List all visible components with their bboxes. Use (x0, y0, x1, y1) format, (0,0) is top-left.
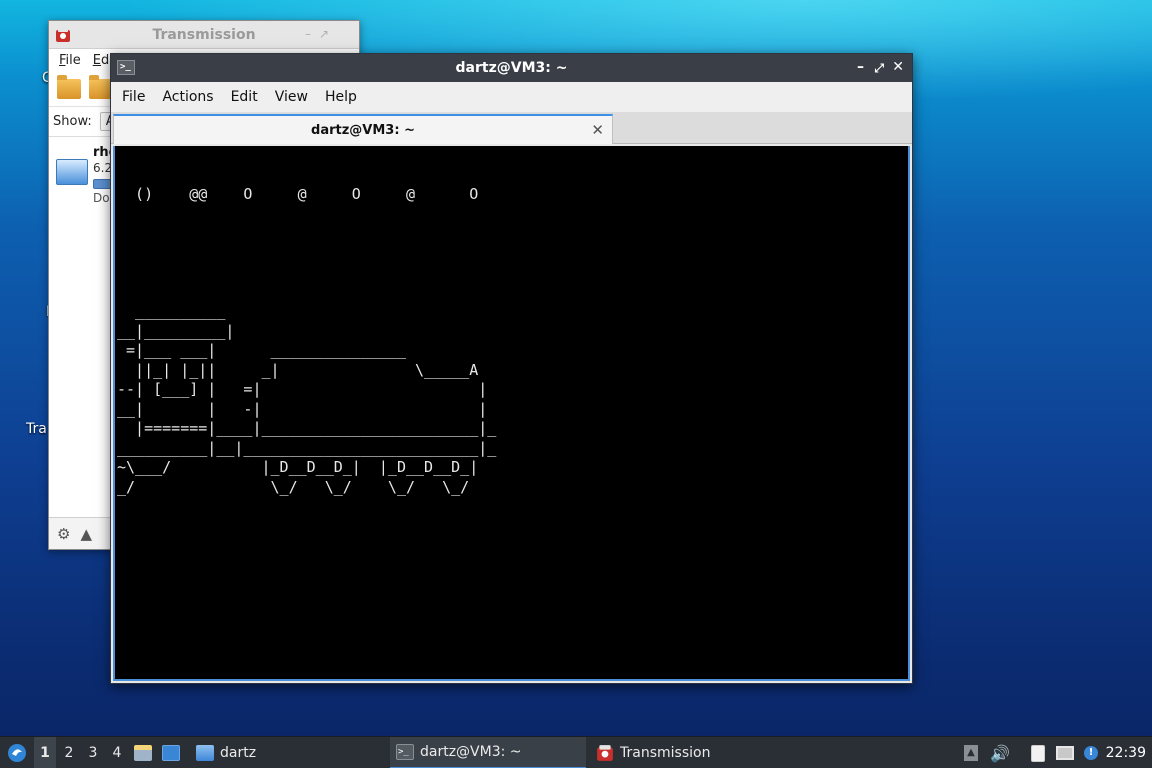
network-icon[interactable] (1054, 737, 1076, 768)
terminal-line: =|___ ___| _______________ (117, 341, 406, 359)
workspace-1[interactable]: 1 (34, 737, 56, 768)
terminal-icon: >_ (396, 744, 414, 760)
volume-icon[interactable]: 🔊 (990, 737, 1010, 768)
workspace-3[interactable]: 3 (82, 737, 104, 768)
terminal-titlebar[interactable]: >_ dartz@VM3: ~ – ⤢ ✕ (111, 54, 912, 82)
terminal-app-icon: >_ (117, 60, 135, 75)
terminal-screen[interactable]: () @@ O @ O @ O __________ __|_________| … (113, 146, 910, 681)
menu-edit[interactable]: Edit (231, 89, 269, 105)
filter-label: Show: (53, 114, 92, 129)
workspace-4[interactable]: 4 (106, 737, 128, 768)
terminal-tab[interactable]: dartz@VM3: ~ ✕ (113, 114, 613, 144)
tab-close-icon[interactable]: ✕ (591, 121, 604, 139)
terminal-title: dartz@VM3: ~ (455, 60, 568, 76)
terminal-menubar: File Actions Edit View Help (111, 82, 912, 112)
folder-icon (56, 159, 88, 185)
folder-icon (196, 745, 214, 761)
terminal-tabbar: dartz@VM3: ~ ✕ (111, 112, 912, 144)
lxqt-logo-icon (8, 744, 26, 762)
desktop-icon-label-3[interactable]: Tra (26, 421, 47, 437)
taskbar-item-folder[interactable]: dartz (190, 737, 380, 768)
transmission-title: Transmission (152, 26, 256, 43)
terminal-line: __| | -| | (117, 399, 488, 418)
terminal-line: __________ (117, 302, 226, 320)
workspace-2[interactable]: 2 (58, 737, 80, 768)
taskbar: 1 2 3 4 dartz >_ dartz@VM3: ~ Transmissi… (0, 736, 1152, 768)
terminal-line: --| [___] | =| | (117, 380, 488, 398)
taskbar-item-transmission[interactable]: Transmission (590, 737, 790, 768)
tray-expand-icon[interactable]: ▲ (962, 737, 980, 768)
terminal-line: __________|__|__________________________… (117, 438, 497, 457)
minimize-icon[interactable]: – (857, 59, 864, 75)
turtle-icon[interactable]: ▲ (80, 525, 92, 543)
update-notifier-icon[interactable]: ! (1080, 737, 1102, 768)
transmission-menu-file[interactable]: File (59, 53, 81, 68)
menu-file[interactable]: File (122, 89, 156, 105)
transmission-icon (597, 745, 613, 761)
gear-icon[interactable]: ⚙ (57, 525, 70, 543)
terminal-line: __|_________| (117, 321, 235, 340)
terminal-line: () @@ O @ O @ O (117, 185, 479, 203)
terminal-line: ~\___/ |_D__D__D_| |_D__D__D_| (117, 458, 479, 476)
transmission-app-icon (56, 28, 70, 42)
maximize-icon[interactable]: ⤢ (874, 61, 884, 76)
terminal-line: _/ \_/ \_/ \_/ \_/ (117, 477, 470, 496)
clock[interactable]: 22:39 (1106, 737, 1146, 768)
tab-label: dartz@VM3: ~ (311, 122, 415, 138)
maximize-icon[interactable]: ↗ (319, 27, 329, 41)
minimize-icon[interactable]: – (305, 27, 311, 41)
menu-actions[interactable]: Actions (162, 89, 224, 105)
show-desktop-icon[interactable] (162, 737, 184, 768)
taskbar-item-terminal[interactable]: >_ dartz@VM3: ~ (390, 737, 586, 768)
terminal-window[interactable]: >_ dartz@VM3: ~ – ⤢ ✕ File Actions Edit … (110, 53, 913, 684)
terminal-line: |=======|____|________________________|_ (117, 419, 497, 437)
terminal-output: () @@ O @ O @ O __________ __|_________| … (117, 146, 496, 497)
taskbar-item-folder-label: dartz (220, 745, 257, 761)
taskbar-item-terminal-label: dartz@VM3: ~ (420, 744, 522, 760)
terminal-line: ||_| |_|| _| \_____A (117, 360, 479, 379)
menu-help[interactable]: Help (325, 89, 368, 105)
transmission-titlebar[interactable]: Transmission – ↗ (49, 21, 359, 49)
open-torrent-icon[interactable] (57, 74, 81, 99)
start-menu-button[interactable] (4, 737, 30, 768)
close-icon[interactable]: ✕ (892, 59, 904, 75)
taskbar-item-transmission-label: Transmission (620, 745, 711, 761)
clipboard-icon[interactable] (1028, 737, 1048, 768)
menu-view[interactable]: View (275, 89, 319, 105)
files-launcher-icon[interactable] (134, 737, 154, 768)
